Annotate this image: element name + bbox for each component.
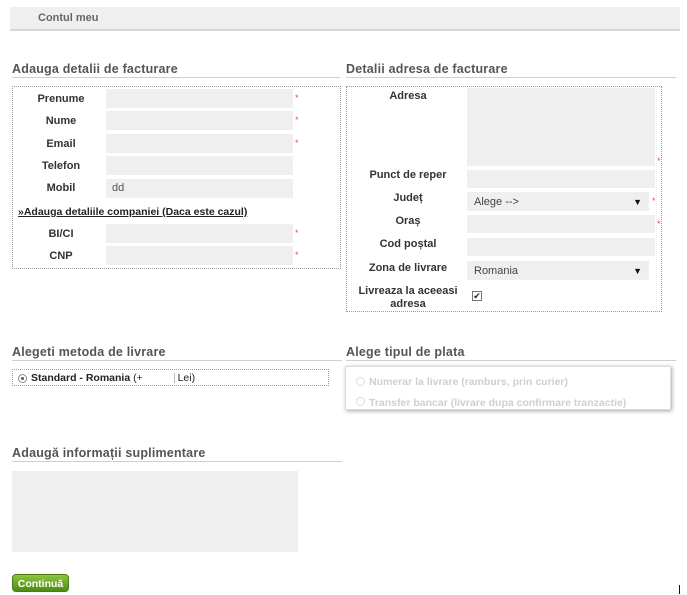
dropdown-arrow-icon: ▼ — [633, 197, 642, 207]
account-tab-bar: Contul meu — [10, 7, 680, 31]
payment-section-title: Alege tipul de plata — [346, 345, 465, 359]
payment-section-divider — [346, 360, 676, 361]
idcard-input[interactable] — [106, 224, 293, 243]
shipping-section-title: Alegeti metoda de livrare — [12, 345, 166, 359]
billing-section-divider — [12, 77, 340, 78]
payment-option-transfer[interactable]: Transfer bancar (livrare dupa confirmare… — [369, 397, 626, 409]
shipping-price-blank — [146, 373, 175, 384]
required-mark: * — [295, 228, 299, 238]
county-label: Județ — [393, 192, 423, 204]
required-mark: * — [295, 138, 299, 148]
email-label: Email — [46, 138, 76, 150]
extra-info-title: Adaugă informații suplimentare — [12, 446, 206, 460]
extra-info-textarea[interactable] — [12, 471, 298, 552]
required-mark: * — [652, 196, 656, 206]
email-input[interactable] — [106, 134, 293, 153]
account-tab[interactable]: Contul meu — [38, 12, 99, 24]
payment-radio-cash[interactable] — [356, 377, 365, 386]
same-address-checkbox[interactable]: ✔ — [472, 291, 482, 301]
landmark-input[interactable] — [467, 170, 655, 188]
extra-info-divider — [12, 461, 342, 462]
county-select[interactable]: Alege --> ▼ — [467, 192, 649, 211]
shipping-price-open: (+ — [133, 372, 143, 384]
firstname-input[interactable] — [106, 89, 293, 108]
lastname-label: Nume — [45, 115, 77, 127]
shipping-radio[interactable] — [18, 374, 27, 383]
city-label: Oraș — [395, 215, 421, 227]
shipping-price-currency: Lei) — [177, 372, 196, 384]
phone-label: Telefon — [41, 160, 81, 172]
same-address-label: Livreaza la aceeasi adresa — [358, 285, 458, 310]
postal-code-input[interactable] — [467, 238, 655, 256]
cnp-input[interactable] — [106, 246, 293, 265]
address-section-divider — [346, 77, 676, 78]
payment-option-cash[interactable]: Numerar la livrare (ramburs, prin curier… — [369, 376, 568, 388]
payment-radio-transfer[interactable] — [356, 397, 365, 406]
required-mark: * — [657, 156, 661, 166]
required-mark: * — [295, 250, 299, 260]
shipping-option-name: Standard - Romania — [31, 372, 131, 384]
dropdown-arrow-icon: ▼ — [633, 266, 642, 276]
idcard-label: BI/CI — [48, 228, 74, 240]
delivery-zone-select[interactable]: Romania ▼ — [467, 261, 649, 280]
continue-button[interactable]: Continuă — [12, 574, 69, 592]
required-mark: * — [295, 115, 299, 125]
landmark-label: Punct de reper — [369, 169, 447, 181]
cnp-label: CNP — [49, 250, 73, 262]
text-cursor-icon — [679, 585, 680, 594]
billing-section-title: Adauga detalii de facturare — [12, 62, 178, 76]
postal-code-label: Cod poștal — [379, 238, 437, 250]
delivery-zone-value: Romania — [474, 265, 519, 277]
address-label: Adresa — [389, 90, 427, 102]
lastname-input[interactable] — [106, 111, 293, 130]
delivery-zone-label: Zona de livrare — [368, 262, 448, 274]
phone-input[interactable] — [106, 156, 293, 175]
shipping-option[interactable]: Standard - Romania (+ Lei) — [31, 372, 195, 384]
city-input[interactable] — [467, 215, 655, 233]
address-section-title: Detalii adresa de facturare — [346, 62, 508, 76]
required-mark: * — [657, 219, 661, 229]
firstname-label: Prenume — [37, 93, 85, 105]
shipping-section-divider — [12, 360, 342, 361]
mobile-input[interactable]: dd — [106, 179, 293, 198]
mobile-label: Mobil — [46, 182, 76, 194]
add-company-details-link[interactable]: »Adauga detaliile companiei (Daca este c… — [18, 206, 247, 218]
address-textarea[interactable] — [467, 88, 655, 166]
required-mark: * — [295, 93, 299, 103]
county-select-value: Alege --> — [474, 196, 519, 208]
